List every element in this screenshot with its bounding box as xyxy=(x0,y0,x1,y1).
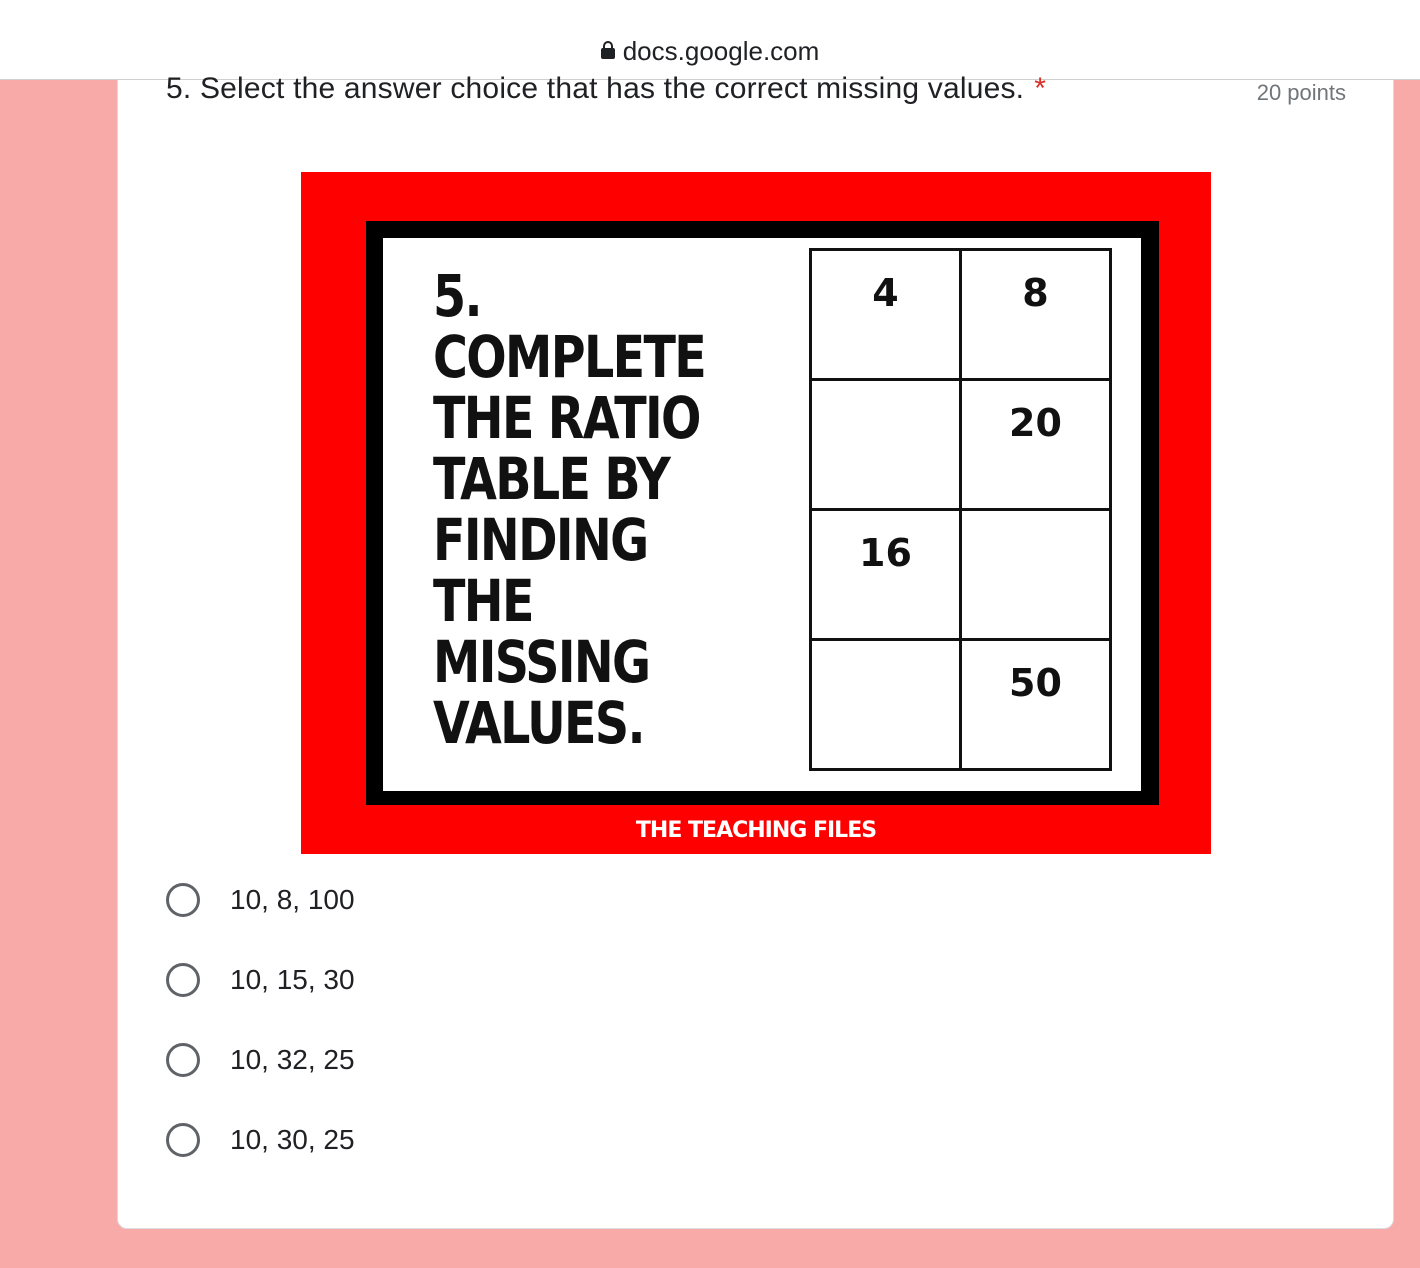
prompt-line: 5. COMPLETE xyxy=(433,262,707,391)
table-cell xyxy=(959,508,1112,641)
option-4[interactable]: 10, 30, 25 xyxy=(166,1123,355,1157)
table-row: 4 8 xyxy=(809,248,1112,381)
table-cell: 8 xyxy=(959,248,1112,381)
image-inner: 5. COMPLETE THE RATIO TABLE BY FINDING T… xyxy=(383,238,1141,791)
table-cell: 4 xyxy=(809,248,962,381)
option-2[interactable]: 10, 15, 30 xyxy=(166,963,355,997)
table-cell: 16 xyxy=(809,508,962,641)
radio-button[interactable] xyxy=(166,1123,200,1157)
radio-button[interactable] xyxy=(166,883,200,917)
table-row: 20 xyxy=(809,378,1112,511)
image-frame: 5. COMPLETE THE RATIO TABLE BY FINDING T… xyxy=(366,221,1159,805)
lock-icon xyxy=(600,40,615,62)
table-row: 50 xyxy=(809,638,1112,771)
question-text: 5. Select the answer choice that has the… xyxy=(166,72,1025,105)
prompt-line: VALUES. xyxy=(433,689,646,757)
question-image: 5. COMPLETE THE RATIO TABLE BY FINDING T… xyxy=(301,172,1211,854)
option-label: 10, 32, 25 xyxy=(230,1044,355,1075)
points-label: 20 points xyxy=(1256,80,1346,105)
option-label: 10, 8, 100 xyxy=(230,884,355,915)
image-watermark: THE TEACHING FILES xyxy=(635,818,877,843)
browser-url-bar[interactable]: docs.google.com xyxy=(0,0,1420,80)
ratio-table: 4 8 20 16 50 xyxy=(809,248,1112,771)
required-marker: * xyxy=(1034,72,1047,105)
table-cell: 50 xyxy=(959,638,1112,771)
url-display[interactable]: docs.google.com xyxy=(0,36,1420,67)
table-cell xyxy=(809,638,962,771)
page: docs.google.com 5. Select the answer cho… xyxy=(0,0,1420,1268)
prompt-line: TABLE BY xyxy=(433,445,671,513)
table-cell xyxy=(809,378,962,511)
prompt-line: THE RATIO xyxy=(433,384,701,452)
option-label: 10, 30, 25 xyxy=(230,1124,355,1155)
question-title: 5. Select the answer choice that has the… xyxy=(166,72,1046,106)
url-text: docs.google.com xyxy=(622,36,820,66)
option-label: 10, 15, 30 xyxy=(230,964,355,995)
option-1[interactable]: 10, 8, 100 xyxy=(166,883,355,917)
radio-button[interactable] xyxy=(166,963,200,997)
prompt-line: MISSING xyxy=(433,628,651,696)
table-cell: 20 xyxy=(959,378,1112,511)
table-row: 16 xyxy=(809,508,1112,641)
image-prompt: 5. COMPLETE THE RATIO TABLE BY FINDING T… xyxy=(433,266,712,754)
option-3[interactable]: 10, 32, 25 xyxy=(166,1043,355,1077)
prompt-line: FINDING THE xyxy=(433,506,649,635)
radio-button[interactable] xyxy=(166,1043,200,1077)
